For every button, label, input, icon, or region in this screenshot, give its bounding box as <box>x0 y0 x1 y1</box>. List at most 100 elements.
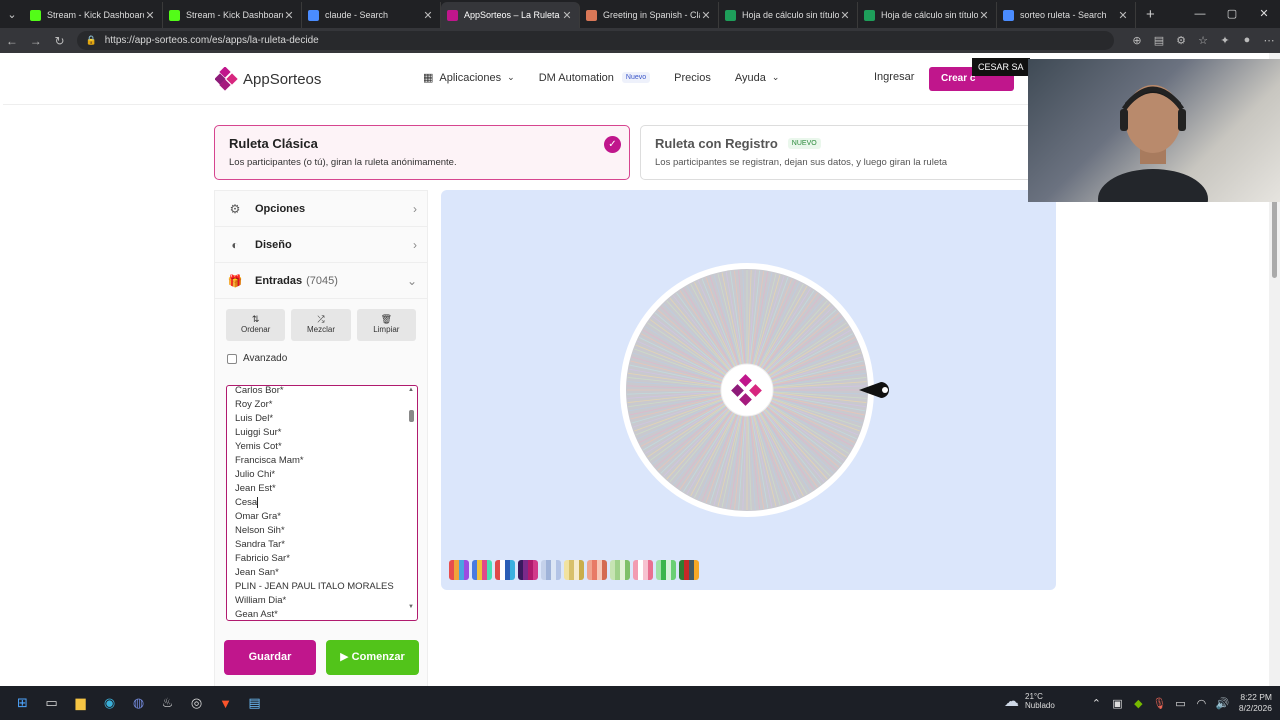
collections-icon[interactable]: ✦ <box>1214 34 1236 47</box>
reader-icon[interactable]: ▤ <box>1148 34 1170 47</box>
nav-ayuda[interactable]: Ayuda ⌄ <box>735 72 780 84</box>
play-icon: ▶ <box>340 651 352 663</box>
profile-icon[interactable]: ● <box>1236 34 1258 47</box>
tab-close-icon[interactable]: ✕ <box>144 9 156 22</box>
ordenar-button[interactable]: ⇅ Ordenar <box>226 309 286 341</box>
guardar-button[interactable]: Guardar <box>224 640 316 675</box>
entry-text: Carlos Bor* <box>235 385 284 396</box>
browser-tab[interactable]: Hoja de cálculo sin título - H✕ <box>719 2 858 28</box>
browser-tab[interactable]: Hoja de cálculo sin título - H✕ <box>858 2 997 28</box>
monitor-icon[interactable]: ▭ <box>1170 697 1191 710</box>
palette-swatch[interactable] <box>518 560 538 580</box>
nav-aplicaciones[interactable]: ▦ Aplicaciones ⌄ <box>423 71 515 85</box>
scroll-up-icon[interactable]: ▲ <box>408 387 414 393</box>
palette-swatch[interactable] <box>587 560 607 580</box>
minimize-icon[interactable]: — <box>1184 0 1216 28</box>
nav-dm-automation[interactable]: DM Automation Nuevo <box>539 72 651 84</box>
comenzar-button[interactable]: ▶ Comenzar <box>326 640 419 675</box>
browser-tab[interactable]: AppSorteos – La Ruleta de la✕ <box>441 2 580 28</box>
forward-icon[interactable]: → <box>24 34 48 48</box>
clock[interactable]: 8:22 PM 8/2/2026 <box>1239 692 1272 714</box>
scroll-down-icon[interactable]: ▼ <box>408 604 414 610</box>
accordion-entradas[interactable]: 🎁 Entradas (7045) ⌄ <box>215 263 427 299</box>
browser-tab[interactable]: Stream - Kick Dashboard ✕ <box>24 2 163 28</box>
volume-icon[interactable]: 🔊 <box>1212 697 1233 710</box>
extensions-icon[interactable]: ⚙ <box>1170 34 1192 47</box>
url-text: https://app-sorteos.com/es/apps/la-rulet… <box>104 35 319 46</box>
more-icon[interactable]: ⋯ <box>1258 34 1280 47</box>
entries-textarea[interactable]: Carlos Bor* Roy Zor* Luis Del* Luiggi Sur* Y… <box>226 385 418 621</box>
mic-icon[interactable]: 🎙 <box>1149 697 1170 710</box>
chevron-up-icon[interactable]: ⌃ <box>1086 697 1107 710</box>
reload-icon[interactable]: ↻ <box>48 34 72 48</box>
wheel[interactable] <box>619 262 889 518</box>
windows-start-icon[interactable]: ⊞ <box>8 695 37 711</box>
entry-line: Jean San* <box>235 566 417 580</box>
login-link[interactable]: Ingresar <box>874 71 914 83</box>
palette-swatch[interactable] <box>472 560 492 580</box>
palette-swatch[interactable] <box>541 560 561 580</box>
new-tab-button[interactable]: + <box>1146 6 1155 23</box>
entries-list: Carlos Bor* Roy Zor* Luis Del* Luiggi Sur* Y… <box>235 385 417 620</box>
palette-swatch[interactable] <box>633 560 653 580</box>
avanzado-checkbox[interactable] <box>227 353 237 364</box>
tab-close-icon[interactable]: ✕ <box>422 9 434 22</box>
favorite-icon[interactable]: ☆ <box>1192 34 1214 47</box>
nav-precios[interactable]: Precios <box>674 72 711 84</box>
palette-swatch[interactable] <box>564 560 584 580</box>
palette-swatch[interactable] <box>449 560 469 580</box>
tab-close-icon[interactable]: ✕ <box>283 9 295 22</box>
entry-line: Sandra Tar* <box>235 538 417 552</box>
tab-close-icon[interactable]: ✕ <box>839 9 851 22</box>
browser-tab[interactable]: Greeting in Spanish - Claude✕ <box>580 2 719 28</box>
palette-swatch[interactable] <box>656 560 676 580</box>
scroll-thumb[interactable] <box>409 410 414 422</box>
app-tray-icon[interactable]: ▣ <box>1107 697 1128 710</box>
nuevo-badge: NUEVO <box>787 138 821 149</box>
notepad-icon[interactable]: ▤ <box>240 695 269 711</box>
palette-swatch[interactable] <box>610 560 630 580</box>
tab-close-icon[interactable]: ✕ <box>561 9 573 22</box>
task-view-icon[interactable]: ▭ <box>37 695 66 711</box>
tab-close-icon[interactable]: ✕ <box>700 9 712 22</box>
tab-close-icon[interactable]: ✕ <box>978 9 990 22</box>
wifi-icon[interactable]: ◠ <box>1191 697 1212 710</box>
entry-line: Nelson Sih* <box>235 524 417 538</box>
palette-swatch[interactable] <box>679 560 699 580</box>
accordion-opciones[interactable]: ⚙ Opciones › <box>215 191 427 227</box>
browser-tab[interactable]: Stream - Kick Dashboard ✕ <box>163 2 302 28</box>
maximize-icon[interactable]: ▢ <box>1216 0 1248 28</box>
avanzado-toggle[interactable]: Avanzado <box>215 341 427 364</box>
discord-icon[interactable]: ◍ <box>124 695 153 711</box>
edge-icon[interactable]: ◉ <box>95 695 124 711</box>
entries-scrollbar[interactable]: ▲ ▼ <box>408 386 415 620</box>
mode-card-classic[interactable]: Ruleta Clásica Los participantes (o tú),… <box>214 125 630 180</box>
tab-favicon-icon <box>1003 9 1014 21</box>
page-scroll-thumb[interactable] <box>1272 198 1277 278</box>
brave-icon[interactable]: ▼ <box>211 696 240 711</box>
close-window-icon[interactable]: ✕ <box>1248 0 1280 28</box>
trash-icon: 🗑 <box>380 314 393 324</box>
url-field[interactable]: 🔒 https://app-sorteos.com/es/apps/la-rul… <box>77 31 1114 50</box>
limpiar-button[interactable]: 🗑 Limpiar <box>356 309 416 341</box>
browser-tab[interactable]: sorteo ruleta - Search ✕ <box>997 2 1136 28</box>
system-tray: ⌃ ▣ ◆ 🎙 ▭ ◠ 🔊 8:22 PM 8/2/2026 <box>1086 686 1280 720</box>
accordion-diseno[interactable]: ◐ Diseño › <box>215 227 427 263</box>
file-explorer-icon[interactable]: ▆ <box>66 695 95 711</box>
mezclar-button[interactable]: ⤮ Mezclar <box>291 309 351 341</box>
weather-widget[interactable]: ☁ 21°C Nublado <box>1004 692 1055 710</box>
classic-title: Ruleta Clásica <box>229 136 318 151</box>
steam-icon[interactable]: ♨ <box>153 695 182 711</box>
tab-search-menu-icon[interactable]: ⌄ <box>0 0 24 28</box>
mode-card-registro[interactable]: Ruleta con Registro NUEVO Los participan… <box>640 125 1040 180</box>
site-logo[interactable]: AppSorteos <box>215 67 321 91</box>
tab-favicon-icon <box>447 9 458 21</box>
nvidia-icon[interactable]: ◆ <box>1128 697 1149 710</box>
browser-tab[interactable]: claude - Search ✕ <box>302 2 441 28</box>
translate-icon[interactable]: ⊕ <box>1126 34 1148 47</box>
back-icon[interactable]: ← <box>0 34 24 48</box>
tab-close-icon[interactable]: ✕ <box>1117 9 1129 22</box>
obs-icon[interactable]: ◎ <box>182 695 211 711</box>
wheel-hub <box>720 363 774 417</box>
palette-swatch[interactable] <box>495 560 515 580</box>
